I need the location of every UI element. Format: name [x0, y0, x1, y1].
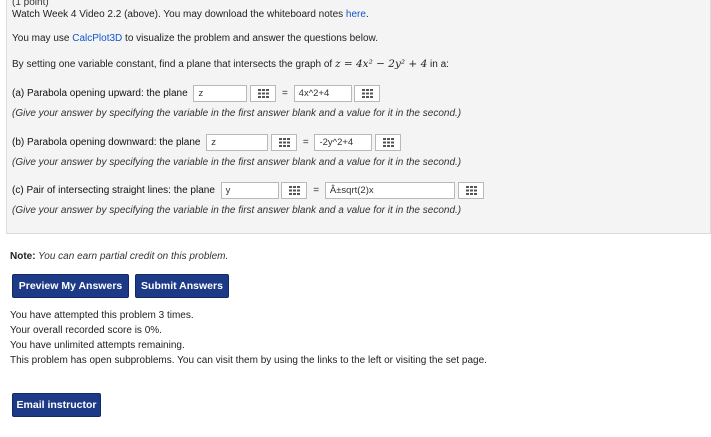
part-b-value-input[interactable]: -2y^2+4 — [314, 134, 373, 151]
part-c-value-input[interactable]: Â±sqrt(2)x — [324, 182, 455, 199]
part-a-equals: = — [282, 88, 288, 99]
grid-icon — [258, 89, 270, 98]
part-c-variable-equation-editor-button[interactable] — [281, 182, 308, 199]
calcplot-line: You may use CalcPlot3D to visualize the … — [12, 33, 378, 44]
part-b-equals: = — [302, 137, 309, 148]
part-c-hint: (Give your answer by specifying the vari… — [12, 205, 462, 216]
grid-icon — [383, 138, 395, 147]
email-instructor-button[interactable]: Email instructor — [12, 393, 101, 417]
partial-credit-note: Note: You can earn partial credit on thi… — [10, 251, 228, 262]
part-c-equals: = — [313, 185, 320, 196]
grid-icon — [362, 89, 374, 98]
part-a-label: (a) Parabola opening upward: the plane — [12, 88, 188, 100]
part-a-variable-input[interactable]: z — [193, 85, 248, 102]
part-a-value-input[interactable]: 4x^2+4 — [293, 85, 352, 102]
calcplot3d-link[interactable]: CalcPlot3D — [72, 33, 122, 44]
part-a-row: (a) Parabola opening upward: the plane z… — [12, 85, 381, 102]
remaining-attempts-text: You have unlimited attempts remaining. — [10, 340, 185, 351]
submit-answers-button[interactable]: Submit Answers — [135, 274, 229, 298]
part-c-variable-input[interactable]: y — [220, 182, 279, 199]
note-label: Note: — [10, 251, 36, 262]
score-text: Your overall recorded score is 0%. — [10, 325, 162, 336]
part-b-value-equation-editor-button[interactable] — [375, 134, 402, 151]
note-text: You can earn partial credit on this prob… — [35, 251, 229, 262]
part-b-row: (b) Parabola opening downward: the plane… — [12, 134, 402, 151]
subproblems-text: This problem has open subproblems. You c… — [10, 355, 487, 366]
part-a-hint: (Give your answer by specifying the vari… — [12, 108, 462, 119]
part-a-value-equation-editor-button[interactable] — [354, 85, 381, 102]
part-b-variable-input[interactable]: z — [206, 134, 269, 151]
grid-icon — [279, 138, 291, 147]
part-c-value-equation-editor-button[interactable] — [457, 182, 484, 199]
part-b-variable-equation-editor-button[interactable] — [271, 134, 298, 151]
attempts-text: You have attempted this problem 3 times. — [10, 310, 194, 321]
watch-line: Watch Week 4 Video 2.2 (above). You may … — [12, 9, 369, 20]
problem-statement: By setting one variable constant, find a… — [12, 58, 449, 70]
part-c-label: (c) Pair of intersecting straight lines:… — [12, 185, 215, 197]
whiteboard-notes-link[interactable]: here — [346, 9, 366, 20]
part-c-row: (c) Pair of intersecting straight lines:… — [12, 182, 484, 199]
grid-icon — [465, 186, 477, 195]
part-b-label: (b) Parabola opening downward: the plane — [12, 137, 201, 149]
grid-icon — [289, 186, 301, 195]
part-b-hint: (Give your answer by specifying the vari… — [12, 157, 462, 168]
part-a-variable-equation-editor-button[interactable] — [250, 85, 277, 102]
point-value: (1 point) — [12, 0, 49, 8]
preview-answers-button[interactable]: Preview My Answers — [12, 274, 129, 298]
surface-equation: z = 4x² − 2y² + 4 — [334, 58, 428, 70]
